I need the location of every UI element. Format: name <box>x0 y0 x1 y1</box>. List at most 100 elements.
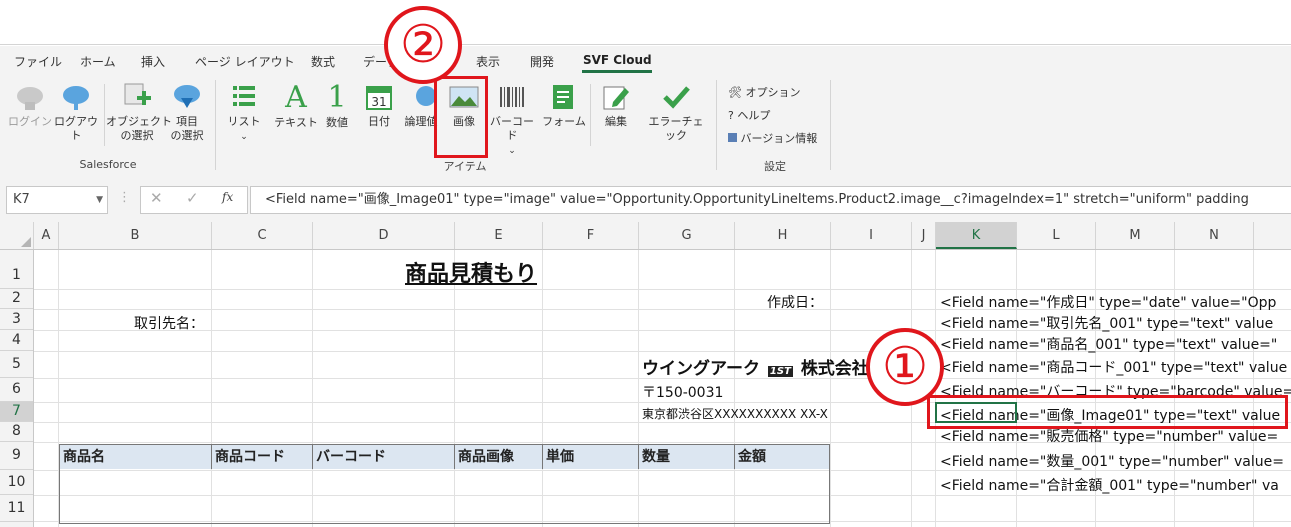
help-icon: ? <box>728 109 734 122</box>
name-box[interactable]: K7 ▼ <box>6 186 108 214</box>
row-header[interactable]: 10 <box>0 470 33 495</box>
row-header[interactable]: 6 <box>0 378 33 402</box>
select-object-button[interactable]: オブジェクト の選択 <box>106 82 172 143</box>
item-group-label: アイテム <box>443 160 487 173</box>
row-header[interactable]: 8 <box>0 422 33 442</box>
formula-input[interactable]: <Field name="画像_Image01" type="image" va… <box>250 186 1291 214</box>
barcode-button[interactable]: バーコード ⌄ <box>488 82 536 158</box>
highlight-box-field <box>927 395 1288 429</box>
cloud-logout-icon <box>63 86 89 110</box>
cloud-download-icon <box>174 85 200 108</box>
options-button[interactable]: 🛠 オプション <box>728 84 800 100</box>
tab-file[interactable]: ファイル <box>14 53 62 70</box>
toggle-icon <box>416 86 436 106</box>
date-button[interactable]: 31 日付 <box>360 82 398 129</box>
checkmark-icon <box>663 86 690 109</box>
error-check-button[interactable]: エラーチェック <box>644 82 708 143</box>
col-header[interactable]: B <box>59 222 212 249</box>
table-header: 金額 <box>735 445 829 469</box>
field-text: <Field name="合計金額_001" type="number" va <box>940 478 1279 494</box>
info-icon <box>728 133 737 142</box>
edit-pencil-icon <box>603 86 629 110</box>
list-button[interactable]: リスト ⌄ <box>224 82 264 144</box>
address: 東京都渋谷区XXXXXXXXXX XX-X <box>642 407 828 421</box>
active-tab-indicator <box>582 70 652 73</box>
company-logo: 1ST <box>767 366 793 377</box>
field-text: <Field name="取引先名_001" type="text" value <box>940 316 1274 332</box>
cancel-icon[interactable]: ✕ <box>150 189 163 207</box>
number-button[interactable]: 1 数値 <box>320 82 354 130</box>
tab-developer[interactable]: 開発 <box>530 53 554 70</box>
company-name: ウイングアーク 1ST 株式会社 <box>642 359 869 379</box>
edit-button[interactable]: 編集 <box>596 82 636 129</box>
col-header[interactable]: L <box>1017 222 1096 249</box>
col-header[interactable]: E <box>455 222 543 249</box>
list-icon <box>233 86 255 106</box>
field-text: <Field name="商品名_001" type="text" value=… <box>940 337 1278 353</box>
col-header[interactable]: C <box>212 222 313 249</box>
row-header[interactable]: 2 <box>0 289 33 309</box>
col-header[interactable]: G <box>639 222 735 249</box>
table-header: 単価 <box>543 445 639 469</box>
col-header-selected[interactable]: K <box>936 222 1017 249</box>
row-header[interactable]: 3 <box>0 309 33 330</box>
salesforce-group-label: Salesforce <box>79 158 137 171</box>
row-header[interactable]: 4 <box>0 330 33 351</box>
col-header[interactable]: D <box>313 222 455 249</box>
barcode-icon <box>500 87 524 107</box>
column-headers: A B C D E F G H I J K L M N <box>0 222 1291 250</box>
select-field-button[interactable]: 項目 の選択 <box>164 82 210 143</box>
tab-view[interactable]: 表示 <box>476 53 500 70</box>
text-button[interactable]: A テキスト <box>274 82 318 130</box>
table-header: 商品画像 <box>455 445 543 469</box>
tab-formulas[interactable]: 数式 <box>311 53 335 70</box>
table-header: 数量 <box>639 445 735 469</box>
col-header[interactable]: J <box>912 222 936 249</box>
col-header[interactable]: M <box>1096 222 1175 249</box>
postal-code: 〒150-0031 <box>642 385 724 401</box>
highlight-box-image-button <box>434 76 488 158</box>
login-button[interactable]: ログイン <box>8 82 52 129</box>
col-header[interactable]: I <box>831 222 912 249</box>
row-header[interactable]: 9 <box>0 442 33 470</box>
tab-insert[interactable]: 挿入 <box>141 53 165 70</box>
version-info-button[interactable]: バージョン情報 <box>728 130 817 146</box>
number-one-icon: 1 <box>327 80 347 115</box>
logout-button[interactable]: ログアウト <box>52 82 100 143</box>
row-headers: 1 2 3 4 5 6 7 8 9 10 11 <box>0 250 34 527</box>
sheet-title: 商品見積もり <box>405 262 538 287</box>
row-header-selected[interactable]: 7 <box>0 402 33 422</box>
field-text: <Field name="販売価格" type="number" value= <box>940 429 1279 445</box>
tab-home[interactable]: ホーム <box>80 53 116 70</box>
col-header[interactable]: A <box>34 222 59 249</box>
form-icon <box>553 85 573 109</box>
col-header[interactable]: N <box>1175 222 1254 249</box>
confirm-icon[interactable]: ✓ <box>186 189 199 207</box>
settings-group-label: 設定 <box>764 160 786 173</box>
row-header[interactable]: 1 <box>0 250 33 289</box>
row-header[interactable]: 11 <box>0 495 33 522</box>
col-header[interactable]: H <box>735 222 831 249</box>
chevron-down-icon[interactable]: ▼ <box>96 187 103 213</box>
help-button[interactable]: ? ヘルプ <box>728 107 770 123</box>
field-text: <Field name="数量_001" type="number" value… <box>940 454 1284 470</box>
tab-page-layout[interactable]: ページ レイアウト <box>195 53 295 70</box>
select-all-corner[interactable] <box>0 222 34 249</box>
tools-icon: 🛠 <box>728 86 742 99</box>
table-header: 商品名 <box>60 445 212 469</box>
col-header[interactable]: F <box>543 222 639 249</box>
svg-text:31: 31 <box>371 95 386 109</box>
form-button[interactable]: フォーム <box>542 82 586 129</box>
calendar-icon: 31 <box>366 86 392 110</box>
tab-svf-cloud[interactable]: SVF Cloud <box>583 53 652 67</box>
client-label: 取引先名： <box>134 316 204 332</box>
created-label: 作成日： <box>767 295 823 311</box>
callout-1: ① <box>866 328 944 406</box>
fx-icon[interactable]: fx <box>222 190 233 204</box>
table-header: バーコード <box>313 445 455 469</box>
object-add-icon <box>124 83 151 105</box>
row-header[interactable]: 5 <box>0 351 33 378</box>
text-a-icon: A <box>285 80 307 115</box>
table-header: 商品コード <box>212 445 313 469</box>
cloud-login-icon <box>17 87 43 110</box>
